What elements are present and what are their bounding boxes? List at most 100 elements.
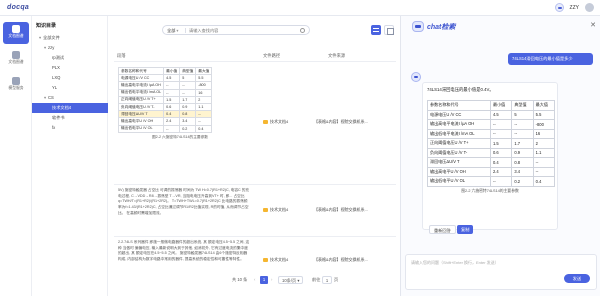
tree-item[interactable]: ▾ zzy [36, 43, 107, 53]
table-cell: 输出低电平U /V OL [117, 124, 165, 133]
table-row[interactable]: 5V) 施密特触发器 占空比 可调的振荡器 时间为 TW H=0.7(R1+R2… [114, 185, 396, 237]
table-cell: 正向阈值电压U /V T+ [117, 95, 165, 104]
table-row: 输出高电平电流I /μA OH -- -- -800 [427, 119, 556, 130]
paragraph-text: 5V) 施密特触发器 占空比 可调的振荡器 时间为 TW H=0.7(R1+R2… [118, 188, 250, 215]
table-cell: 1.5 [489, 138, 513, 149]
search-bar: 全部▾ [162, 25, 310, 35]
search-input[interactable] [189, 27, 299, 34]
rail-item-graph[interactable]: 文档图谱 [3, 22, 29, 44]
rail-item-doc[interactable]: 文档图谱 [3, 48, 29, 70]
grid-view-button[interactable] [384, 25, 394, 35]
table-cell: -- [163, 88, 181, 97]
file-path[interactable]: 技术文档4 [263, 257, 288, 263]
paragraph-text: 2.2.74LS 系列器件 即施一般微电路器件的超出系统, 其 额定电压4.5~… [118, 240, 250, 262]
tree-item-label: CS [48, 95, 54, 100]
search-scope-select[interactable]: 全部▾ [167, 28, 179, 34]
page-size-select[interactable]: 10条/页 ▾ [278, 276, 304, 284]
assistant-robot-icon[interactable] [554, 3, 564, 12]
tree-item[interactable]: 技术文档4 [32, 103, 112, 113]
table-row: 参数名称和代号 最小值 典型值 最大值 [427, 100, 556, 111]
close-icon[interactable]: ✕ [590, 21, 596, 29]
search-icon[interactable] [300, 28, 305, 33]
table-cell: 输出高电平电流I /μA OH [117, 81, 165, 90]
table-row[interactable]: 2.2.74LS 系列器件 即施一般微电路器件的超出系统, 其 额定电压4.5~… [114, 237, 396, 271]
tree-item[interactable]: PLX [36, 63, 107, 73]
table-cell: 2.4 [163, 117, 181, 126]
tree-item[interactable]: fx [36, 123, 107, 133]
chat-header: chat检索 ✕ [401, 16, 600, 38]
avatar[interactable] [585, 3, 594, 12]
rail-item-model[interactable]: 模型服务 [3, 74, 29, 96]
chat-input[interactable]: 请输入您的问题（Shift+Enter 换行，Enter 发送） 发送 [405, 254, 597, 290]
table-header: 段落 文件路径 文件来源 [114, 50, 396, 62]
table-cell: 最大值 [532, 100, 556, 111]
table-row: 输出低电平U /V OL -- 0.2 0.4 [117, 124, 213, 133]
file-path-label: 技术文档4 [270, 207, 289, 212]
table-cell: 输出低电平电流I /mA OL [117, 88, 165, 97]
left-rail: 文档图谱 文档图谱 模型服务 [0, 16, 32, 296]
graph-icon [12, 25, 20, 33]
bot-message: 74LS14滞回电压的最小值是0.4V。 参数名称和代号 最小值 典型值 最大值 电源电… [422, 82, 558, 230]
parameter-table: 参数名称和代号 最小值 典型值 最大值 电源电压U /V CC 4.5 5 5.5 输出高电平电… [117, 66, 213, 133]
table-row[interactable]: 参数名称和代号 最小值 典型值 最大值 电源电压U /V CC 4.5 5 5.5 输出高电平电… [114, 63, 396, 185]
tree-item[interactable]: ▾ CS [36, 93, 107, 103]
chevron-down-icon: ▾ [297, 278, 300, 283]
table-cell: 参数名称和代号 [427, 100, 491, 111]
table-cell: 最大值 [195, 66, 213, 76]
file-source[interactable]: 【表格&内容】视院交换机系... [314, 207, 394, 213]
app-logo[interactable]: docqa [7, 4, 29, 11]
file-source[interactable]: 【表格&内容】视院交换机系... [314, 119, 394, 125]
file-path[interactable]: 技术文档4 [263, 119, 288, 125]
page-number[interactable]: 1 [260, 276, 268, 284]
prev-page-button[interactable]: ‹ [254, 276, 255, 284]
column-header-file-path: 文件路径 [263, 53, 281, 58]
tree-item-label: 全部文件 [43, 35, 60, 40]
table-row: 输出低电平电流I /mA OL -- -- 16 [117, 88, 213, 97]
table-cell: -- [163, 124, 181, 133]
table-cell: 负向阈值电压U /V T- [427, 147, 491, 158]
tree-item-label: fx [52, 125, 56, 130]
user-name[interactable]: ZZY [570, 5, 579, 11]
page-suffix: 页 [334, 277, 339, 282]
divider [185, 28, 186, 33]
copy-button[interactable]: 复制 [457, 225, 474, 234]
regenerate-button[interactable]: 重新回答 [429, 225, 456, 234]
table-cell: 0.9 [511, 147, 534, 158]
tree-item[interactable]: ▾ 全部文件 [36, 33, 107, 43]
file-path-label: 技术文档4 [270, 119, 289, 124]
model-icon [12, 77, 20, 85]
bot-avatar-icon [411, 72, 421, 82]
table-cell: 0.6 [163, 102, 181, 112]
result-list: 参数名称和代号 最小值 典型值 最大值 电源电压U /V CC 4.5 5 5.5 输出高电平电… [114, 63, 396, 271]
table-cell: 典型值 [511, 100, 534, 111]
table-cell: 电源电压U /V CC [117, 74, 165, 83]
table-cell: -800 [195, 81, 213, 90]
table-cell: 5.5 [195, 74, 213, 83]
tree-item-label: LXQ [52, 75, 61, 80]
file-path[interactable]: 技术文档4 [263, 207, 288, 213]
table-cell: 0.4 [163, 110, 181, 119]
tree-item[interactable]: YL [36, 83, 107, 93]
folder-icon [263, 257, 268, 262]
table-cell: 滞回电压ΔU/V T [427, 157, 491, 168]
chevron-down-icon: ▾ [176, 28, 179, 33]
table-cell: 16 [195, 88, 213, 97]
chat-robot-icon [412, 21, 424, 32]
send-button[interactable]: 发送 [564, 274, 590, 283]
table-cell: 1.1 [532, 147, 556, 158]
tree-item[interactable]: 软件书 [36, 113, 107, 123]
table-cell: -- [489, 119, 513, 130]
tree-item[interactable]: rp测试 [36, 53, 107, 63]
table-cell: 1.7 [179, 95, 197, 104]
list-view-button[interactable] [371, 25, 381, 35]
table-cell: 参数名称和代号 [117, 66, 165, 76]
tree-item[interactable]: LXQ [36, 73, 107, 83]
table-cell: -- [489, 176, 513, 187]
file-source[interactable]: 【表格&内容】视院交换机系... [314, 257, 394, 263]
next-page-button[interactable]: › [271, 276, 272, 284]
table-row: 正向阈值电压U /V T+ 1.5 1.7 2 [117, 95, 213, 104]
top-bar: docqa ZZY [0, 0, 600, 16]
doc-icon [12, 51, 20, 59]
table-cell: 0.4 [489, 157, 513, 168]
goto-page-input[interactable]: 1 [322, 276, 332, 284]
